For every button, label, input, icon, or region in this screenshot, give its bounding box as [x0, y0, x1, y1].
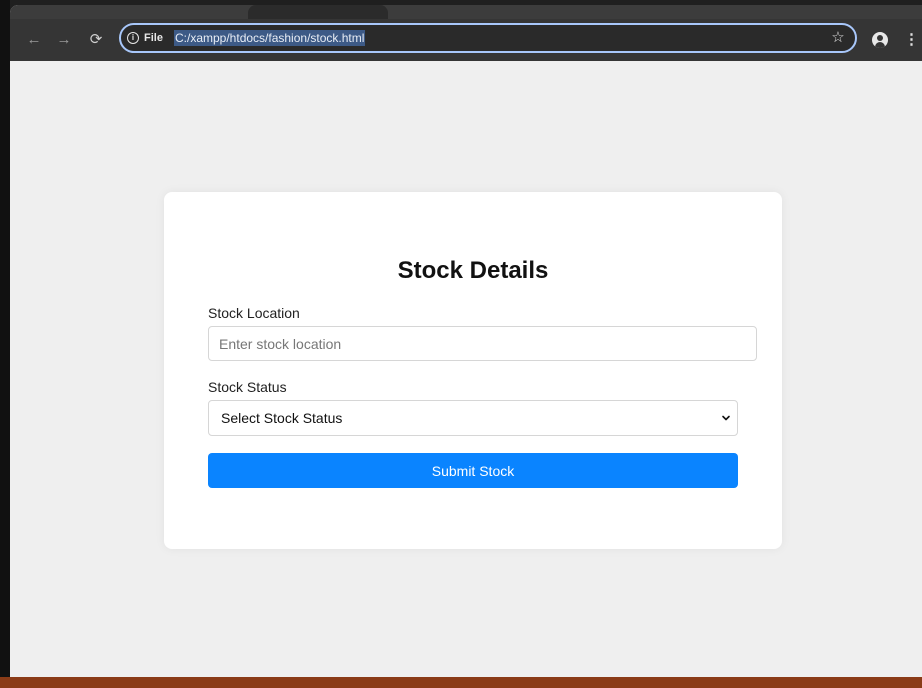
- tab-strip: [10, 5, 922, 19]
- forward-arrow-icon[interactable]: →: [54, 30, 74, 50]
- stock-status-label: Stock Status: [208, 379, 287, 395]
- stock-location-input[interactable]: [208, 326, 757, 361]
- browser-tab[interactable]: [248, 5, 388, 19]
- chevron-down-icon: [722, 415, 730, 421]
- back-arrow-icon[interactable]: ←: [24, 30, 44, 50]
- menu-dots-icon[interactable]: ⋮: [904, 30, 919, 50]
- bookmark-star-icon[interactable]: ☆: [829, 29, 847, 47]
- address-bar[interactable]: i File C:/xampp/htdocs/fashion/stock.htm…: [119, 23, 857, 53]
- site-chip-label: File: [144, 32, 163, 44]
- stock-form-card: Stock Details Stock Location Stock Statu…: [164, 192, 782, 549]
- browser-toolbar: ← → ⟳ i File C:/xampp/htdocs/fashion/sto…: [10, 19, 922, 61]
- browser-window: ← → ⟳ i File C:/xampp/htdocs/fashion/sto…: [10, 5, 922, 677]
- stock-location-label: Stock Location: [208, 305, 300, 321]
- profile-icon[interactable]: [872, 32, 888, 48]
- page-viewport: Stock Details Stock Location Stock Statu…: [10, 61, 922, 677]
- editor-side-strip: [0, 0, 10, 688]
- url-text[interactable]: C:/xampp/htdocs/fashion/stock.html: [174, 30, 366, 46]
- stock-status-select[interactable]: Select Stock Status: [208, 400, 738, 436]
- editor-status-bar: [0, 677, 922, 688]
- page-title: Stock Details: [397, 257, 549, 284]
- site-info-chip[interactable]: i File: [127, 29, 163, 47]
- stock-status-selected: Select Stock Status: [221, 410, 343, 426]
- reload-icon[interactable]: ⟳: [86, 30, 106, 50]
- info-icon: i: [127, 32, 139, 44]
- submit-stock-button[interactable]: Submit Stock: [208, 453, 738, 488]
